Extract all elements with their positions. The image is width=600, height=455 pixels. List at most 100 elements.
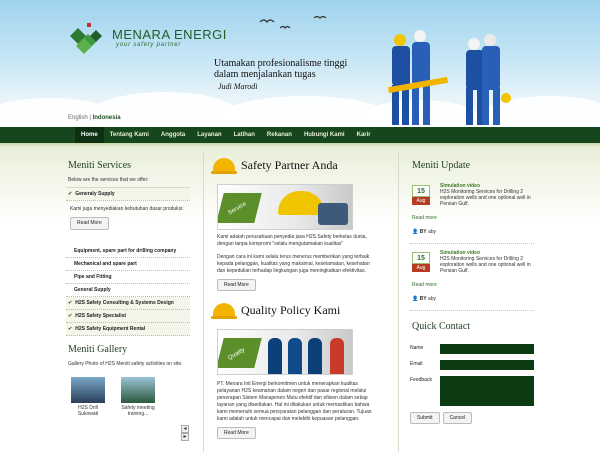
services-column: Meniti Services Below are the services t… <box>66 152 190 441</box>
form-buttons: Submit Cancel <box>410 412 534 424</box>
news-text: H2S Monitoring Services for Drilling 2 e… <box>440 256 531 274</box>
service-label: Generaly Supply <box>75 191 115 197</box>
column-divider <box>398 152 399 452</box>
subitem-general-supply[interactable]: General Supply <box>66 284 190 297</box>
gallery-item[interactable]: H2S Drill Sukowati <box>68 377 108 417</box>
language-switch: English | Indonesia <box>68 115 121 121</box>
gallery-photo <box>121 377 155 403</box>
prev-arrow-icon[interactable]: ◂ <box>181 425 189 433</box>
subitem-pipe[interactable]: Pipe and Fitting <box>66 271 190 284</box>
nav-latihan[interactable]: Latihan <box>228 127 261 143</box>
nav-karir[interactable]: Karir <box>351 127 377 143</box>
service-label: H2S Safety Specialist <box>75 313 127 319</box>
name-field[interactable] <box>439 344 534 354</box>
section-text: PT. Menara Inti Energi berkomitmen untuk… <box>217 381 372 422</box>
section-text: Kami adalah perusahaan penyedia jasa H2S… <box>217 234 367 247</box>
service-h2s-consulting[interactable]: ✔ H2S Safety Consulting & Systems Design <box>66 297 190 310</box>
nav-rekanan[interactable]: Rekanan <box>261 127 298 143</box>
tools-image <box>318 203 348 225</box>
gallery-arrows: ◂▸ <box>180 425 190 441</box>
nav-anggota[interactable]: Anggota <box>155 127 191 143</box>
service-general-supply[interactable]: ✔ Generaly Supply <box>66 188 190 201</box>
read-more-link[interactable]: Read more <box>410 211 534 225</box>
news-month: Aug <box>412 197 430 205</box>
name-row: Name <box>410 344 534 354</box>
brand-tagline: your safety partner <box>116 42 182 48</box>
news-day: 15 <box>412 252 430 264</box>
updates-title: Meniti Update <box>412 160 471 171</box>
safety-banner: Service <box>217 184 353 230</box>
news-body: Simulation video H2S Monitoring Services… <box>440 183 532 207</box>
user-icon: 👤 <box>412 296 420 302</box>
section-header: Safety Partner Anda <box>211 152 383 178</box>
user-icon: 👤 <box>412 229 420 235</box>
worker-figure <box>288 338 302 374</box>
service-label: H2S Safety Consulting & Systems Design <box>75 300 174 306</box>
nav-hubungi-kami[interactable]: Hubungi Kami <box>298 127 351 143</box>
helmet-icon <box>211 303 237 319</box>
slogan: Utamakan profesionalisme tinggi dalam me… <box>214 58 348 80</box>
general-supply-body: Kami juga menyediakan kebutuhan dasar pr… <box>66 201 190 235</box>
feedback-label: Feedback <box>410 377 432 383</box>
author-name: aby <box>427 229 437 235</box>
section-header: Quality Policy Kami <box>211 297 383 323</box>
service-ribbon: Service <box>218 193 262 223</box>
news-date: 15 Aug <box>412 252 430 272</box>
nav-layanan[interactable]: Layanan <box>191 127 227 143</box>
check-icon: ✔ <box>68 300 73 306</box>
news-item: 15 Aug Simulation video H2S Monitoring S… <box>410 177 534 211</box>
feedback-row: Feedback <box>410 376 534 406</box>
read-more-link[interactable]: Read more <box>410 278 534 292</box>
gallery-item[interactable]: Safety meeting training... <box>118 377 158 417</box>
logo-icon[interactable] <box>66 22 106 58</box>
main-column: Safety Partner Anda Service Kami adalah … <box>211 152 383 441</box>
service-h2s-rental[interactable]: ✔ H2S Safety Equipment Rental <box>66 323 190 336</box>
check-icon: ✔ <box>68 326 73 332</box>
news-author: 👤 BY aby <box>410 225 534 244</box>
subitem-equipment[interactable]: Equipment, spare part for drilling compa… <box>66 245 190 258</box>
email-field[interactable] <box>439 360 534 370</box>
lang-indonesia[interactable]: Indonesia <box>93 115 121 121</box>
general-supply-text: Kami juga menyediakan kebutuhan dasar pr… <box>70 206 184 212</box>
read-more-button[interactable]: Read More <box>217 279 256 291</box>
brand-name: MENARA ENERGI <box>112 27 227 42</box>
section-text: Dengan cara ini kami selalu terus meneru… <box>217 254 370 274</box>
lang-english[interactable]: English <box>68 115 88 121</box>
nav-home[interactable]: Home <box>75 127 104 143</box>
cancel-button[interactable]: Cancel <box>442 412 473 424</box>
quality-ribbon: Quality <box>218 338 262 368</box>
chevron-down-icon: ✔ <box>68 191 73 197</box>
news-author: 👤 BY aby <box>410 292 534 311</box>
check-icon: ✔ <box>68 313 73 319</box>
news-item: 15 Aug Simulation video H2S Monitoring S… <box>410 244 534 278</box>
section-title: Quality Policy Kami <box>241 302 341 317</box>
news-day: 15 <box>412 185 430 197</box>
birds-icon <box>259 15 327 30</box>
updates-column: Meniti Update 15 Aug Simulation video H2… <box>410 152 534 424</box>
news-text: H2S Monitoring Services for Drilling 2 e… <box>440 189 531 207</box>
news-date: 15 Aug <box>412 185 430 205</box>
service-label: H2S Safety Equipment Rental <box>75 326 146 332</box>
feedback-field[interactable] <box>439 376 534 406</box>
next-arrow-icon[interactable]: ▸ <box>181 433 189 441</box>
author-name: aby <box>427 296 437 302</box>
email-label: Email <box>410 361 423 367</box>
read-more-button[interactable]: Read More <box>70 217 109 230</box>
service-h2s-specialist[interactable]: ✔ H2S Safety Specialist <box>66 310 190 323</box>
quality-banner: Quality <box>217 329 353 375</box>
column-divider <box>203 152 204 452</box>
news-body: Simulation video H2S Monitoring Services… <box>440 250 532 274</box>
submit-button[interactable]: Submit <box>410 412 440 424</box>
read-more-button[interactable]: Read More <box>217 427 256 439</box>
section-title: Safety Partner Anda <box>241 157 338 172</box>
gallery-title: Meniti Gallery <box>68 344 128 355</box>
gallery: H2S Drill Sukowati Safety meeting traini… <box>66 371 190 417</box>
by-label: BY <box>419 229 427 235</box>
subitem-mechanical[interactable]: Mechanical and spare part <box>66 258 190 271</box>
nav-tentang-kami[interactable]: Tentang Kami <box>104 127 155 143</box>
header: MENARA ENERGI your safety partner Utamak… <box>0 0 600 127</box>
name-label: Name <box>410 345 424 351</box>
main-nav: Home Tentang Kami Anggota Layanan Latiha… <box>0 127 600 147</box>
gallery-photo <box>71 377 105 403</box>
services-title: Meniti Services <box>68 160 132 171</box>
